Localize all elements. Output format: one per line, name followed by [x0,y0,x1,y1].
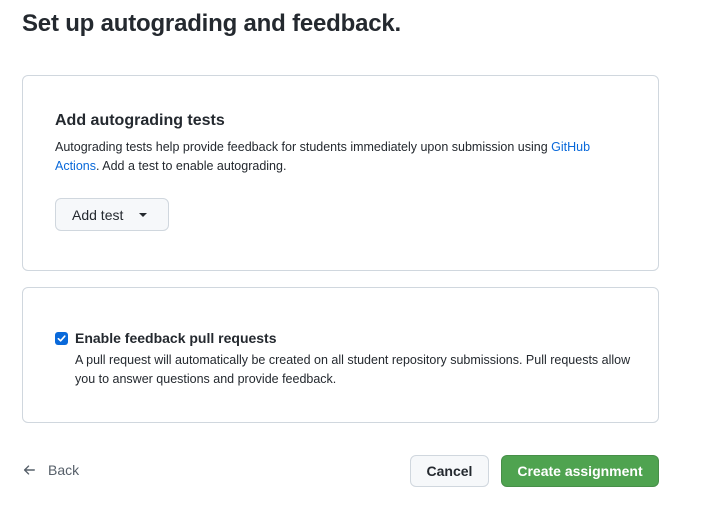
page-title: Set up autograding and feedback. [22,10,401,37]
autograding-card: Add autograding tests Autograding tests … [22,75,659,271]
feedback-title: Enable feedback pull requests [75,330,277,346]
add-test-button[interactable]: Add test [55,198,169,231]
feedback-description: A pull request will automatically be cre… [75,353,631,386]
arrow-left-icon [23,465,35,475]
back-label: Back [48,462,80,478]
create-assignment-button[interactable]: Create assignment [501,455,659,487]
autograding-description: Autograding tests help provide feedback … [55,138,625,176]
cancel-button[interactable]: Cancel [410,455,489,487]
add-test-label: Add test [72,206,124,223]
autograding-description-tail: . Add a test to enable autograding. [96,159,287,173]
caret-down-icon [139,212,148,217]
feedback-card: Enable feedback pull requests A pull req… [22,287,659,423]
check-icon [57,335,66,342]
back-link[interactable]: Back [22,462,79,478]
autograding-description-text: Autograding tests help provide feedback … [55,140,552,154]
autograding-title: Add autograding tests [55,112,225,129]
feedback-pull-requests-checkbox[interactable] [55,332,68,345]
